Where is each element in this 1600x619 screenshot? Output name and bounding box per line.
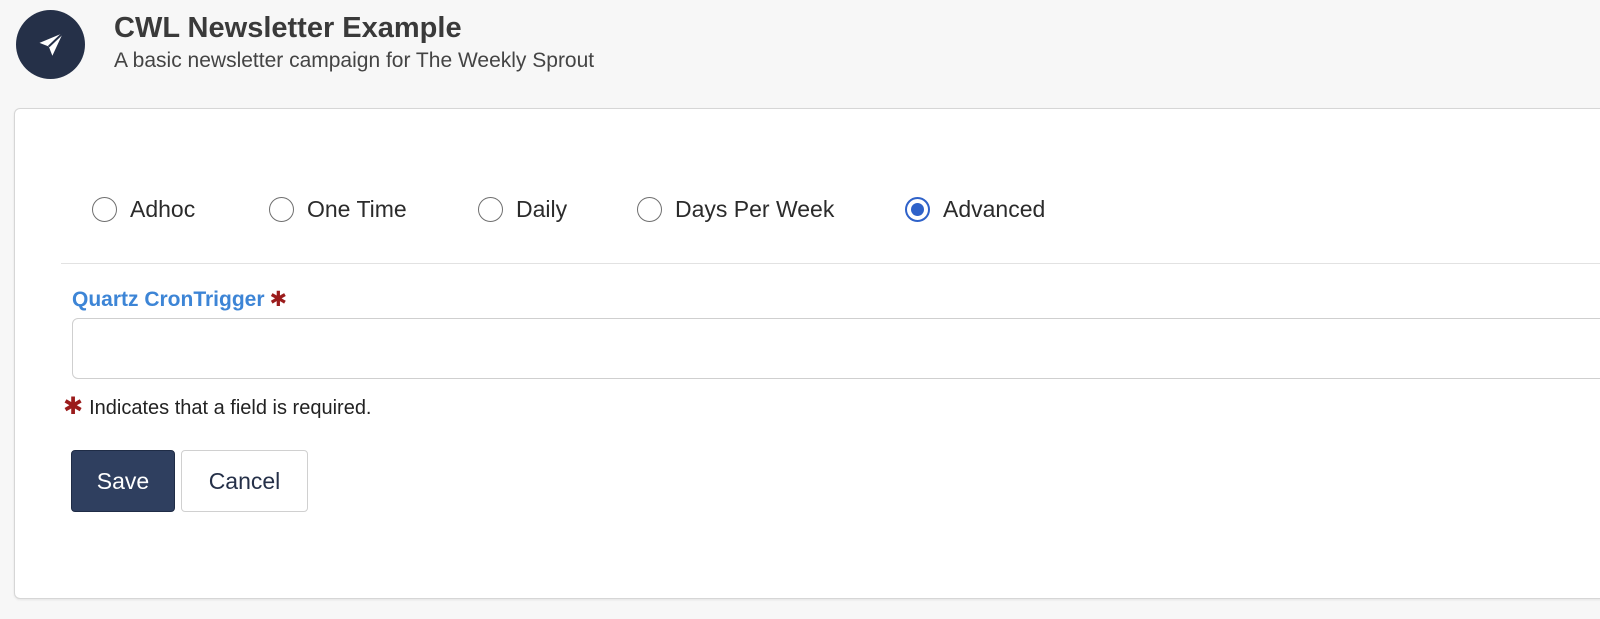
section-divider xyxy=(61,263,1600,264)
radio-button-selected[interactable] xyxy=(905,196,930,222)
cron-field-label: Quartz CronTrigger ✱ xyxy=(72,287,287,312)
radio-button[interactable] xyxy=(478,196,503,222)
radio-button[interactable] xyxy=(92,196,117,222)
paper-plane-icon xyxy=(16,10,85,79)
cancel-button[interactable]: Cancel xyxy=(181,450,308,512)
required-note-text: Indicates that a field is required. xyxy=(89,397,372,419)
radio-label: Daily xyxy=(516,195,568,222)
radio-adhoc[interactable]: Adhoc xyxy=(92,191,195,227)
save-button[interactable]: Save xyxy=(71,450,175,512)
radio-label: Adhoc xyxy=(130,195,196,222)
required-asterisk-icon: ✱ xyxy=(269,288,288,311)
radio-advanced[interactable]: Advanced xyxy=(905,191,1045,227)
page-subtitle: A basic newsletter campaign for The Week… xyxy=(114,49,595,72)
radio-label: One Time xyxy=(307,195,407,222)
radio-days-per-week[interactable]: Days Per Week xyxy=(637,191,834,227)
page-title: CWL Newsletter Example xyxy=(114,12,462,44)
quartz-crontrigger-input[interactable] xyxy=(72,318,1600,379)
page-header: CWL Newsletter Example A basic newslette… xyxy=(0,0,1600,108)
schedule-form-card: Adhoc One Time Daily Days Per Week Advan… xyxy=(14,108,1600,599)
radio-button[interactable] xyxy=(637,196,662,222)
required-field-note: ✱ Indicates that a field is required. xyxy=(63,392,372,421)
radio-one-time[interactable]: One Time xyxy=(269,191,407,227)
radio-label: Days Per Week xyxy=(675,195,835,222)
cron-field-label-text: Quartz CronTrigger xyxy=(72,288,265,311)
required-asterisk-icon: ✱ xyxy=(63,393,84,420)
radio-button[interactable] xyxy=(269,196,294,222)
radio-daily[interactable]: Daily xyxy=(478,191,567,227)
radio-label: Advanced xyxy=(943,195,1046,222)
